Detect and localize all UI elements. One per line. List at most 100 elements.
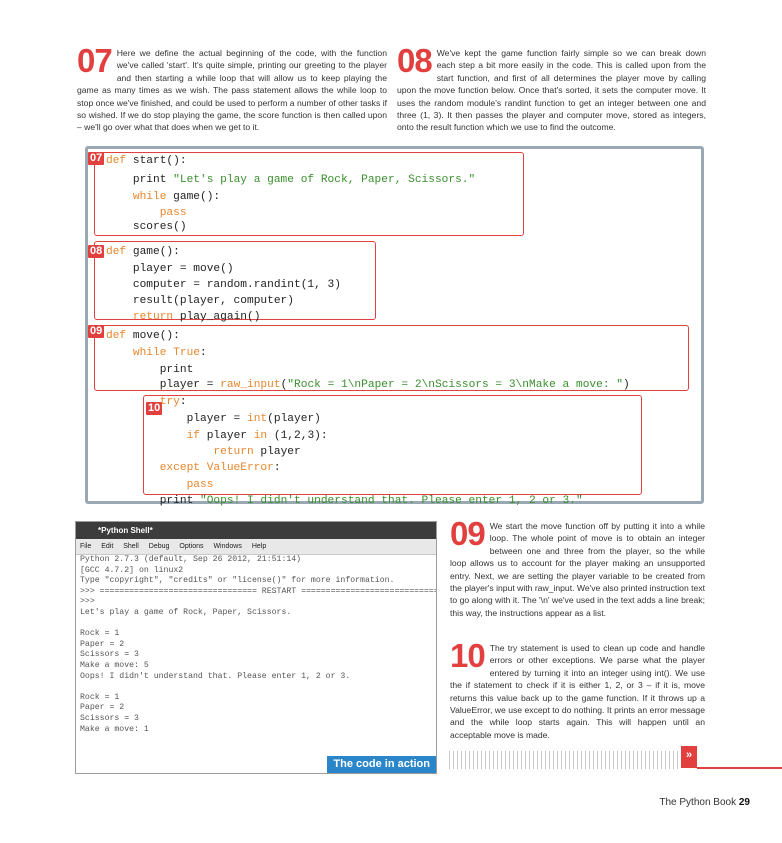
code-line: def start():	[106, 155, 187, 167]
shell-line: Paper = 2	[80, 639, 125, 649]
code-text: :	[273, 462, 281, 474]
step-09-number: 09	[450, 515, 486, 552]
shell-line: Paper = 2	[80, 703, 125, 713]
step-10-number: 10	[450, 637, 486, 674]
menu-windows[interactable]: Windows	[213, 543, 241, 550]
code-keyword: def	[106, 155, 133, 167]
code-keyword: try	[106, 396, 180, 408]
shell-line: Type "copyright", "credits" or "license(…	[80, 576, 395, 586]
code-keyword: return	[106, 446, 261, 458]
code-text: print	[106, 174, 174, 186]
menu-edit[interactable]: Edit	[101, 543, 113, 550]
code-text: print	[106, 364, 194, 376]
code-line: def move():	[106, 330, 180, 342]
code-text: player	[260, 446, 301, 458]
shell-line: >>> ================================ RES…	[80, 586, 437, 596]
code-text: result(player, computer)	[106, 295, 294, 307]
code-panel: 07 08 09 10 def start(): print "Let's pl…	[85, 146, 704, 507]
code-line: print	[106, 364, 194, 376]
code-line: return player	[106, 446, 301, 458]
shell-line: Python 2.7.3 (default, Sep 26 2012, 21:5…	[80, 555, 302, 564]
step-10-body: The try statement is used to clean up co…	[450, 643, 705, 740]
code-line: result(player, computer)	[106, 295, 294, 307]
shell-line: Make a move: 5	[80, 661, 149, 670]
code-text: player	[206, 430, 254, 442]
code-line: player = int(player)	[106, 413, 321, 425]
shell-line: Scissors = 3	[80, 650, 139, 660]
code-line: except ValueError:	[106, 462, 281, 474]
code-text: (player)	[267, 413, 321, 425]
code-keyword: pass	[106, 207, 187, 219]
accent-rule	[697, 767, 782, 769]
code-text: player = move()	[106, 263, 234, 275]
page-number: 29	[738, 797, 750, 808]
code-line: return play_again()	[106, 311, 261, 323]
code-line: def game():	[106, 246, 180, 258]
code-line: player = raw_input("Rock = 1\nPaper = 2\…	[106, 379, 630, 391]
step-08-number: 08	[397, 42, 433, 79]
continue-arrow-icon: »	[681, 746, 697, 768]
shell-line: Make a move: 1	[80, 724, 149, 734]
code-text: :	[200, 347, 207, 359]
code-line: while True:	[106, 347, 207, 359]
shell-title: *Python Shell*	[76, 522, 436, 539]
code-keyword: return	[106, 311, 180, 323]
code-line: if player in (1,2,3):	[106, 430, 328, 442]
code-line: try:	[106, 396, 187, 408]
shell-line: Rock = 1	[80, 629, 120, 639]
code-string: "Oops! I didn't understand that. Please …	[200, 495, 583, 507]
code-text: move():	[132, 330, 180, 342]
code-text: game():	[132, 246, 180, 258]
menu-help[interactable]: Help	[252, 543, 266, 550]
code-line: scores()	[106, 221, 187, 233]
code-keyword: while True	[106, 347, 200, 359]
book-title: The Python Book	[659, 797, 737, 808]
code-text: scores()	[106, 221, 187, 233]
code-text: print	[106, 495, 200, 507]
step-09-body: We start the move function off by puttin…	[450, 521, 705, 618]
code-line: pass	[106, 479, 214, 491]
step-09-text: 09 We start the move function off by put…	[450, 515, 705, 619]
step-07-body: Here we define the actual beginning of t…	[77, 48, 387, 133]
code-string: "Let's play a game of Rock, Paper, Sciss…	[173, 174, 476, 186]
code-text: start():	[132, 155, 187, 167]
step-07-text: 07 Here we define the actual beginning o…	[77, 42, 387, 134]
code-keyword: int	[247, 413, 268, 425]
shell-line: Oops! I didn't understand that. Please e…	[80, 671, 351, 681]
shell-line: Let's play a game of Rock, Paper, Scisso…	[80, 608, 292, 617]
menu-shell[interactable]: Shell	[123, 543, 139, 550]
shell-menubar: File Edit Shell Debug Options Windows He…	[76, 539, 436, 555]
code-tag-07: 07	[88, 152, 105, 165]
shell-line: Scissors = 3	[80, 714, 139, 723]
menu-file[interactable]: File	[80, 543, 91, 550]
code-box-10	[143, 395, 642, 495]
code-keyword: def	[106, 246, 133, 258]
shell-line: >>>	[80, 597, 95, 607]
code-string: "Rock = 1\nPaper = 2\nScissors = 3\nMake…	[287, 379, 623, 391]
code-text: player =	[106, 413, 247, 425]
code-text: play_again()	[179, 311, 261, 323]
python-shell-window: *Python Shell* File Edit Shell Debug Opt…	[75, 521, 437, 774]
step-08-text: 08 We've kept the game function fairly s…	[397, 42, 706, 134]
decorative-stripes	[449, 751, 680, 769]
shell-caption: The code in action	[327, 756, 436, 773]
code-line: computer = random.randint(1, 3)	[106, 279, 341, 291]
code-text: player =	[106, 379, 221, 391]
code-line: pass	[106, 207, 187, 219]
code-keyword: raw_input	[220, 379, 281, 391]
page-footer: The Python Book 29	[659, 797, 750, 808]
menu-debug[interactable]: Debug	[149, 543, 170, 550]
code-keyword: pass	[106, 479, 214, 491]
code-text: )	[622, 379, 630, 391]
code-tag-09: 09	[88, 325, 105, 338]
menu-options[interactable]: Options	[179, 543, 203, 550]
step-07-number: 07	[77, 42, 113, 79]
code-keyword: if	[106, 430, 207, 442]
code-keyword: def	[106, 330, 133, 342]
code-text: game():	[173, 191, 221, 203]
code-text: computer = random.randint(1, 3)	[106, 279, 341, 291]
step-10-text: 10 The try statement is used to clean up…	[450, 637, 705, 741]
code-line: print "Oops! I didn't understand that. P…	[106, 495, 583, 507]
shell-line: Rock = 1	[80, 692, 120, 702]
shell-output[interactable]: Python 2.7.3 (default, Sep 26 2012, 21:5…	[80, 555, 436, 773]
